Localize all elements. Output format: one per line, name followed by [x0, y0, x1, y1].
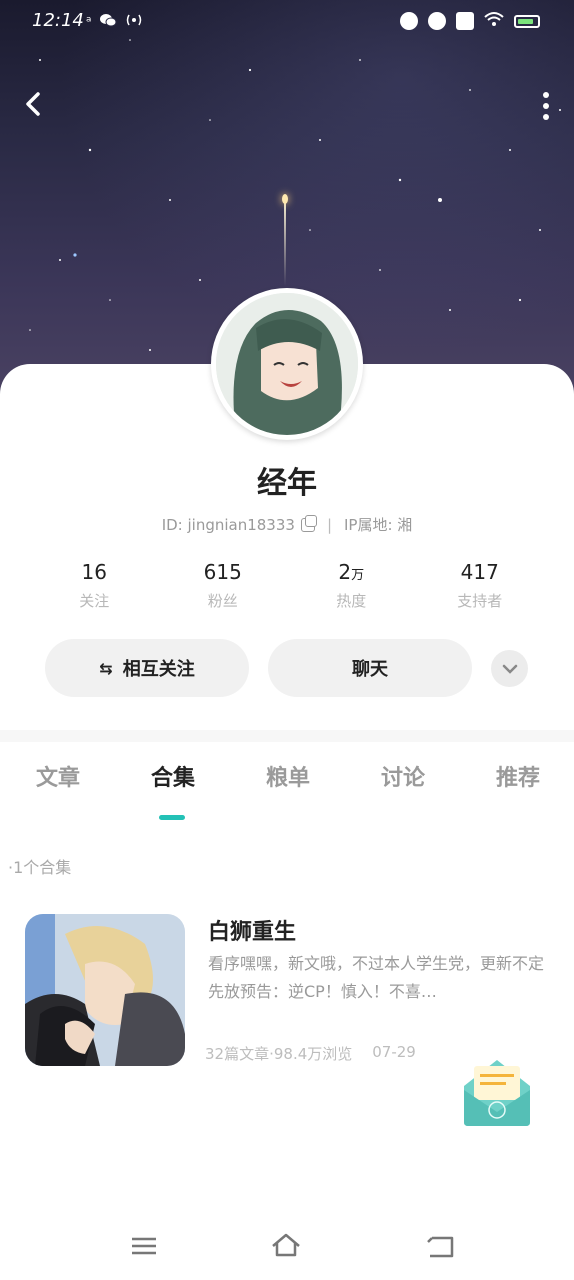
back-nav-button[interactable]	[424, 1230, 456, 1262]
stat-followers[interactable]: 615 粉丝	[159, 560, 288, 611]
active-tab-indicator	[159, 815, 185, 820]
stat-following[interactable]: 16 关注	[30, 560, 159, 611]
menu-icon	[132, 1237, 156, 1255]
notification-off-icon	[456, 12, 474, 30]
stat-label: 热度	[336, 592, 367, 610]
collection-stats: 32篇文章·98.4万浏览	[205, 1045, 353, 1063]
content-tabs: 文章 合集 粮单 讨论 推荐	[0, 760, 574, 820]
expand-button[interactable]	[491, 650, 528, 687]
swap-arrows-icon: ⇆	[99, 658, 113, 678]
avatar[interactable]	[211, 288, 363, 440]
wechat-icon	[99, 12, 117, 32]
stat-label: 支持者	[457, 592, 503, 610]
battery-icon	[514, 14, 540, 28]
mutual-follow-button[interactable]: ⇆ 相互关注	[45, 639, 249, 697]
system-nav-bar	[0, 1210, 574, 1280]
stat-value: 2	[338, 560, 352, 584]
hotspot-icon	[125, 12, 143, 32]
stat-value: 615	[203, 560, 242, 584]
chevron-down-icon	[502, 664, 517, 674]
tab-lists[interactable]: 粮单	[266, 760, 310, 820]
ip-location: IP属地: 湘	[344, 516, 413, 534]
section-divider	[0, 730, 574, 742]
menu-nav-button[interactable]	[128, 1230, 160, 1262]
profile-name: 经年	[257, 466, 317, 501]
wifi-icon	[484, 11, 504, 31]
stat-label: 粉丝	[207, 592, 238, 610]
copy-icon[interactable]	[300, 514, 317, 532]
rocket-trail	[284, 196, 286, 286]
home-nav-button[interactable]	[270, 1230, 302, 1262]
tab-collections[interactable]: 合集	[151, 760, 195, 820]
avatar-image	[216, 293, 358, 435]
rocket	[282, 194, 288, 204]
return-icon	[427, 1236, 454, 1258]
stat-supporters[interactable]: 417 支持者	[416, 560, 545, 611]
tab-articles[interactable]: 文章	[36, 760, 80, 820]
stat-value: 16	[81, 560, 107, 584]
tab-discussion[interactable]: 讨论	[381, 760, 425, 820]
cover-image	[25, 914, 185, 1066]
collection-date: 07-29	[372, 1043, 416, 1061]
stat-value: 417	[460, 560, 499, 584]
alarm-icon	[400, 12, 418, 30]
mute-icon	[428, 12, 446, 30]
stat-label: 关注	[79, 592, 110, 610]
profile-stats: 16 关注 615 粉丝 2万 热度 417 支持者	[30, 560, 544, 611]
envelope-icon	[464, 1060, 530, 1126]
status-time: 12:14	[32, 10, 84, 31]
more-options-button[interactable]	[538, 90, 554, 122]
back-button[interactable]	[18, 88, 50, 120]
home-icon	[272, 1233, 300, 1257]
collection-description: 看序嘿嘿，新文哦，不过本人学生党，更新不定先放预告：逆CP！慎入！不喜…	[208, 954, 545, 1001]
collection-count: ·1个合集	[8, 858, 72, 877]
collection-meta: 32篇文章·98.4万浏览 07-29	[205, 1043, 416, 1064]
chat-button[interactable]: 聊天	[268, 639, 472, 697]
profile-id-line: ID: jingnian18333 | IP属地: 湘	[0, 514, 574, 535]
stat-popularity[interactable]: 2万 热度	[287, 560, 416, 611]
sim-icon: ᵃ	[86, 14, 92, 30]
collection-cover[interactable]	[25, 914, 185, 1066]
chevron-left-icon	[26, 92, 40, 116]
floating-mail-button[interactable]	[460, 1056, 534, 1128]
status-bar: 12:14 ᵃ	[0, 0, 574, 44]
user-id: ID: jingnian18333	[161, 515, 295, 534]
collection-title[interactable]: 白狮重生	[208, 914, 296, 946]
more-vertical-icon	[543, 92, 549, 98]
separator: |	[326, 515, 332, 534]
tab-recommend[interactable]: 推荐	[496, 760, 540, 820]
